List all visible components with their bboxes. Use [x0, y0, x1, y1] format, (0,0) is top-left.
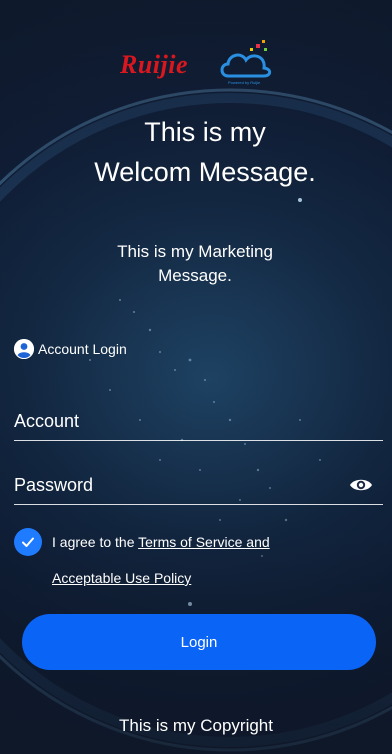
login-button[interactable]: Login — [22, 614, 376, 670]
password-field[interactable] — [14, 466, 383, 505]
account-field[interactable] — [14, 402, 383, 441]
terms-of-service-link[interactable]: Terms of Service and — [138, 534, 270, 550]
password-input[interactable] — [14, 466, 344, 504]
welcome-message: This is my Welcom Message. — [40, 112, 370, 192]
agree-prefix-text: I agree to the — [52, 534, 139, 550]
account-input[interactable] — [14, 402, 344, 440]
welcome-line-1: This is my — [144, 117, 266, 147]
welcome-line-2: Welcom Message. — [94, 157, 316, 187]
cloud-logo-icon: Powered by Ruijie — [220, 40, 272, 85]
marketing-line-2: Message. — [158, 266, 232, 285]
user-circle-icon — [14, 339, 34, 359]
marketing-line-1: This is my Marketing — [117, 242, 273, 261]
ruijie-logo: Ruijie Powered by Ruijie — [118, 40, 278, 92]
marketing-message: This is my Marketing Message. — [70, 240, 320, 288]
account-login-label: Account Login — [38, 341, 127, 357]
copyright-text: This is my Copyright — [119, 716, 273, 735]
checkmark-icon — [22, 537, 34, 547]
svg-text:Powered by Ruijie: Powered by Ruijie — [228, 80, 261, 85]
logo-wordmark: Ruijie — [120, 50, 189, 79]
acceptable-use-policy-link[interactable]: Acceptable Use Policy — [52, 570, 191, 586]
agree-checkbox[interactable] — [14, 528, 42, 556]
eye-icon[interactable] — [349, 476, 373, 494]
account-login-header: Account Login — [14, 338, 127, 360]
